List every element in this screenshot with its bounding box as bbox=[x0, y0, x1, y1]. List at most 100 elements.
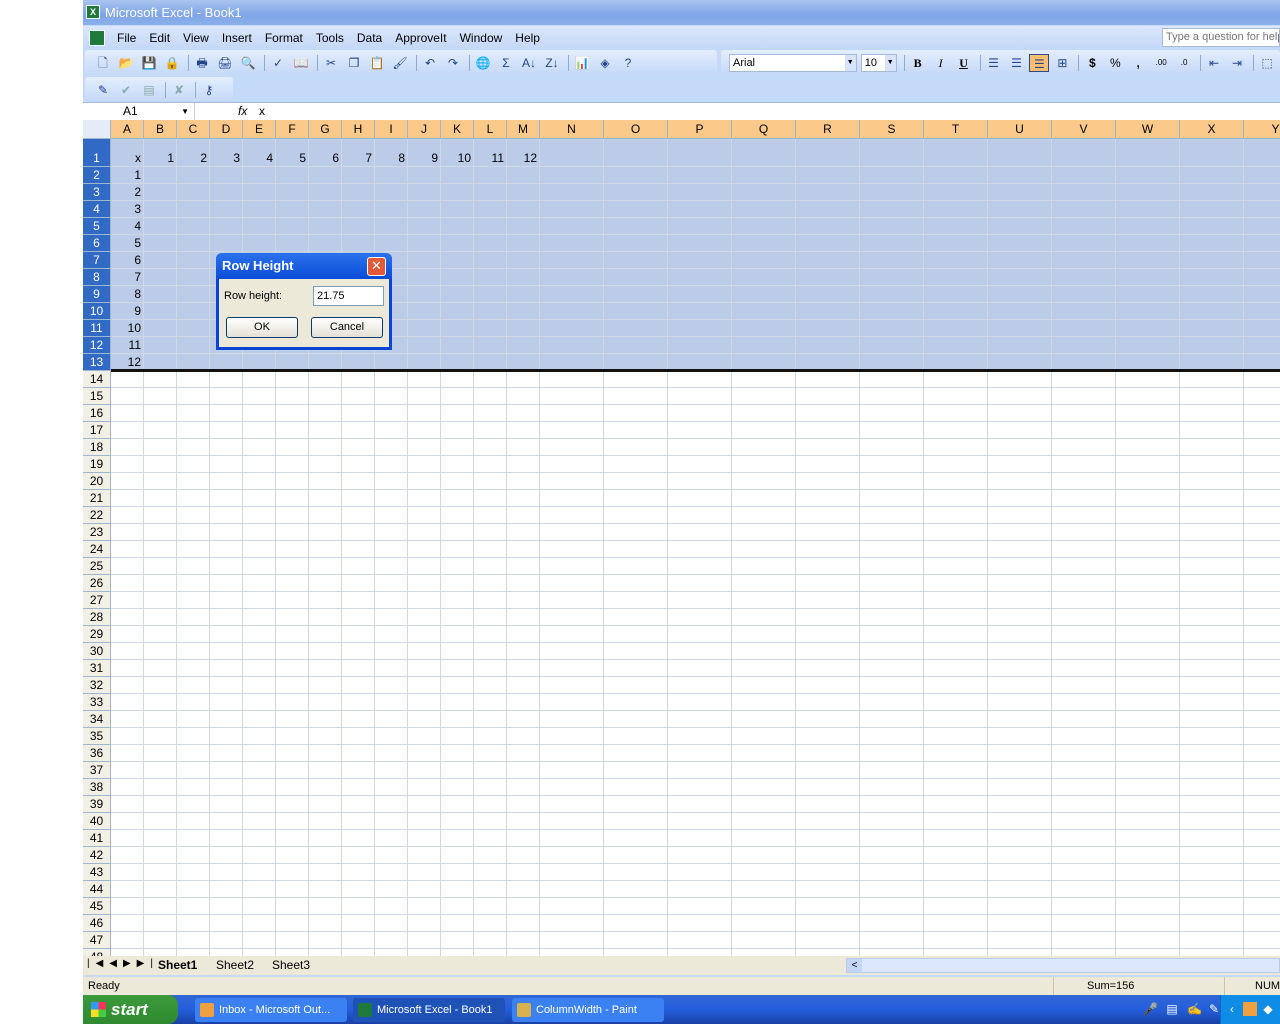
cell-M18[interactable] bbox=[507, 439, 540, 456]
cell-Y20[interactable] bbox=[1244, 473, 1280, 490]
cell-M16[interactable] bbox=[507, 405, 540, 422]
cell-F16[interactable] bbox=[276, 405, 309, 422]
cell-L5[interactable] bbox=[474, 218, 507, 235]
cell-S15[interactable] bbox=[860, 388, 924, 405]
cell-I23[interactable] bbox=[375, 524, 408, 541]
cell-X24[interactable] bbox=[1180, 541, 1244, 558]
cell-R27[interactable] bbox=[796, 592, 860, 609]
align-right-icon[interactable]: ☰ bbox=[1029, 53, 1050, 72]
cell-N15[interactable] bbox=[540, 388, 604, 405]
cell-N32[interactable] bbox=[540, 677, 604, 694]
cell-D44[interactable] bbox=[210, 881, 243, 898]
cell-X4[interactable] bbox=[1180, 201, 1244, 218]
cell-H2[interactable] bbox=[342, 167, 375, 184]
cell-T33[interactable] bbox=[924, 694, 988, 711]
cell-J39[interactable] bbox=[408, 796, 441, 813]
cell-J6[interactable] bbox=[408, 235, 441, 252]
cell-B22[interactable] bbox=[144, 507, 177, 524]
cell-P42[interactable] bbox=[668, 847, 732, 864]
cell-W22[interactable] bbox=[1116, 507, 1180, 524]
cell-B6[interactable] bbox=[144, 235, 177, 252]
cell-P15[interactable] bbox=[668, 388, 732, 405]
cell-G2[interactable] bbox=[309, 167, 342, 184]
cell-W11[interactable] bbox=[1116, 320, 1180, 337]
cell-T40[interactable] bbox=[924, 813, 988, 830]
cell-L20[interactable] bbox=[474, 473, 507, 490]
cell-J18[interactable] bbox=[408, 439, 441, 456]
cell-W38[interactable] bbox=[1116, 779, 1180, 796]
cell-O39[interactable] bbox=[604, 796, 668, 813]
cell-D14[interactable] bbox=[210, 371, 243, 388]
cell-B17[interactable] bbox=[144, 422, 177, 439]
cell-A31[interactable] bbox=[111, 660, 144, 677]
cell-V46[interactable] bbox=[1052, 915, 1116, 932]
cell-S24[interactable] bbox=[860, 541, 924, 558]
cell-S36[interactable] bbox=[860, 745, 924, 762]
cell-G14[interactable] bbox=[309, 371, 342, 388]
menu-help[interactable]: Help bbox=[515, 31, 540, 45]
cell-G15[interactable] bbox=[309, 388, 342, 405]
row-header-20[interactable]: 20 bbox=[83, 473, 111, 490]
cell-L6[interactable] bbox=[474, 235, 507, 252]
cell-S42[interactable] bbox=[860, 847, 924, 864]
cell-N9[interactable] bbox=[540, 286, 604, 303]
format-painter-icon[interactable]: 🖌 bbox=[390, 54, 410, 72]
column-header-H[interactable]: H bbox=[342, 120, 375, 139]
cell-V1[interactable] bbox=[1052, 139, 1116, 167]
cell-S28[interactable] bbox=[860, 609, 924, 626]
tools-icon[interactable]: ✎ bbox=[1207, 1002, 1221, 1016]
cell-I46[interactable] bbox=[375, 915, 408, 932]
menu-window[interactable]: Window bbox=[460, 31, 503, 45]
cell-X38[interactable] bbox=[1180, 779, 1244, 796]
cell-Q41[interactable] bbox=[732, 830, 796, 847]
cell-M14[interactable] bbox=[507, 371, 540, 388]
cell-Q18[interactable] bbox=[732, 439, 796, 456]
currency-button[interactable]: $ bbox=[1082, 54, 1102, 72]
column-header-I[interactable]: I bbox=[375, 120, 408, 139]
cell-G17[interactable] bbox=[309, 422, 342, 439]
cell-E24[interactable] bbox=[243, 541, 276, 558]
cell-T25[interactable] bbox=[924, 558, 988, 575]
cell-O21[interactable] bbox=[604, 490, 668, 507]
cell-H15[interactable] bbox=[342, 388, 375, 405]
cell-K41[interactable] bbox=[441, 830, 474, 847]
cell-I17[interactable] bbox=[375, 422, 408, 439]
cell-A20[interactable] bbox=[111, 473, 144, 490]
row-header-47[interactable]: 47 bbox=[83, 932, 111, 949]
taskbar-item-paint[interactable]: ColumnWidth - Paint bbox=[512, 998, 664, 1022]
cell-P39[interactable] bbox=[668, 796, 732, 813]
undo-icon[interactable]: ↶ bbox=[420, 54, 440, 72]
cell-X28[interactable] bbox=[1180, 609, 1244, 626]
cell-Q34[interactable] bbox=[732, 711, 796, 728]
cell-X47[interactable] bbox=[1180, 932, 1244, 949]
cell-B41[interactable] bbox=[144, 830, 177, 847]
cell-S21[interactable] bbox=[860, 490, 924, 507]
menu-file[interactable]: File bbox=[117, 31, 136, 45]
cell-U45[interactable] bbox=[988, 898, 1052, 915]
cell-W37[interactable] bbox=[1116, 762, 1180, 779]
cell-P22[interactable] bbox=[668, 507, 732, 524]
cell-W23[interactable] bbox=[1116, 524, 1180, 541]
cell-M12[interactable] bbox=[507, 337, 540, 354]
cell-Y48[interactable] bbox=[1244, 949, 1280, 956]
cell-B31[interactable] bbox=[144, 660, 177, 677]
cell-G25[interactable] bbox=[309, 558, 342, 575]
cell-D36[interactable] bbox=[210, 745, 243, 762]
row-header-32[interactable]: 32 bbox=[83, 677, 111, 694]
cell-H18[interactable] bbox=[342, 439, 375, 456]
insert-function-icon[interactable]: fx bbox=[238, 103, 247, 120]
cell-W31[interactable] bbox=[1116, 660, 1180, 677]
cell-W40[interactable] bbox=[1116, 813, 1180, 830]
cell-M48[interactable] bbox=[507, 949, 540, 956]
cell-Q27[interactable] bbox=[732, 592, 796, 609]
cell-B28[interactable] bbox=[144, 609, 177, 626]
cell-S29[interactable] bbox=[860, 626, 924, 643]
cell-S37[interactable] bbox=[860, 762, 924, 779]
cell-U19[interactable] bbox=[988, 456, 1052, 473]
cell-Y44[interactable] bbox=[1244, 881, 1280, 898]
cell-E4[interactable] bbox=[243, 201, 276, 218]
cell-A27[interactable] bbox=[111, 592, 144, 609]
cell-I29[interactable] bbox=[375, 626, 408, 643]
cell-O38[interactable] bbox=[604, 779, 668, 796]
cell-H25[interactable] bbox=[342, 558, 375, 575]
